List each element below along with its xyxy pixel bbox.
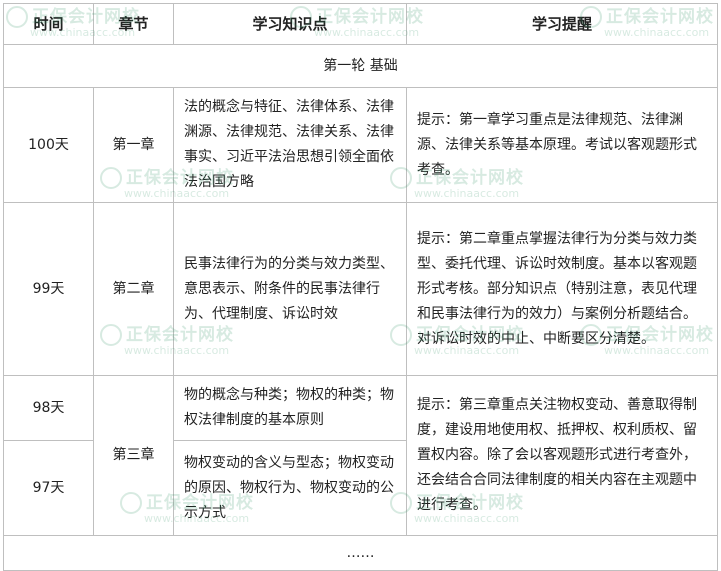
ellipsis: …… [3, 535, 718, 571]
row-points: 物的概念与种类；物权的种类；物权法律制度的基本原则 [173, 375, 407, 441]
page: 时间 章节 学习知识点 学习提醒 第一轮 基础 100天 第一章 法的概念与特征… [0, 0, 721, 571]
row-tip: 提示：第二章重点掌握法律行为分类与效力类型、委托代理、诉讼时效制度。基本以客观题… [406, 202, 718, 376]
round-row: 第一轮 基础 [3, 44, 718, 88]
row-time: 99天 [3, 202, 94, 376]
header-tips: 学习提醒 [406, 3, 718, 45]
row-time: 97天 [3, 440, 94, 536]
table-row: 98天 第三章 物的概念与种类；物权的种类；物权法律制度的基本原则 提示：第三章… [3, 375, 718, 536]
header-points: 学习知识点 [173, 3, 407, 45]
row-time: 98天 [3, 375, 94, 441]
round-label: 第一轮 基础 [3, 44, 718, 88]
row-chapter: 第二章 [93, 202, 174, 376]
study-plan-table: 时间 章节 学习知识点 学习提醒 第一轮 基础 100天 第一章 法的概念与特征… [3, 3, 718, 571]
table-row: 99天 第二章 民事法律行为的分类与效力类型、意思表示、附条件的民事法律行为、代… [3, 202, 718, 376]
row-points: 民事法律行为的分类与效力类型、意思表示、附条件的民事法律行为、代理制度、诉讼时效 [173, 202, 407, 376]
header-time: 时间 [3, 3, 94, 45]
table-row: 100天 第一章 法的概念与特征、法律体系、法律渊源、法律规范、法律关系、法律事… [3, 87, 718, 203]
header-chapter: 章节 [93, 3, 174, 45]
row-points: 物权变动的含义与型态；物权变动的原因、物权行为、物权变动的公示方式 [173, 440, 407, 536]
row-chapter: 第一章 [93, 87, 174, 203]
row-tip: 提示：第三章重点关注物权变动、善意取得制度，建设用地使用权、抵押权、权利质权、留… [406, 375, 718, 536]
row-chapter: 第三章 [93, 375, 174, 536]
ellipsis-row: …… [3, 535, 718, 571]
row-tip: 提示：第一章学习重点是法律规范、法律渊源、法律关系等基本原理。考试以客观题形式考… [406, 87, 718, 203]
row-time: 100天 [3, 87, 94, 203]
header-row: 时间 章节 学习知识点 学习提醒 [3, 3, 718, 45]
row-points: 法的概念与特征、法律体系、法律渊源、法律规范、法律关系、法律事实、习近平法治思想… [173, 87, 407, 203]
